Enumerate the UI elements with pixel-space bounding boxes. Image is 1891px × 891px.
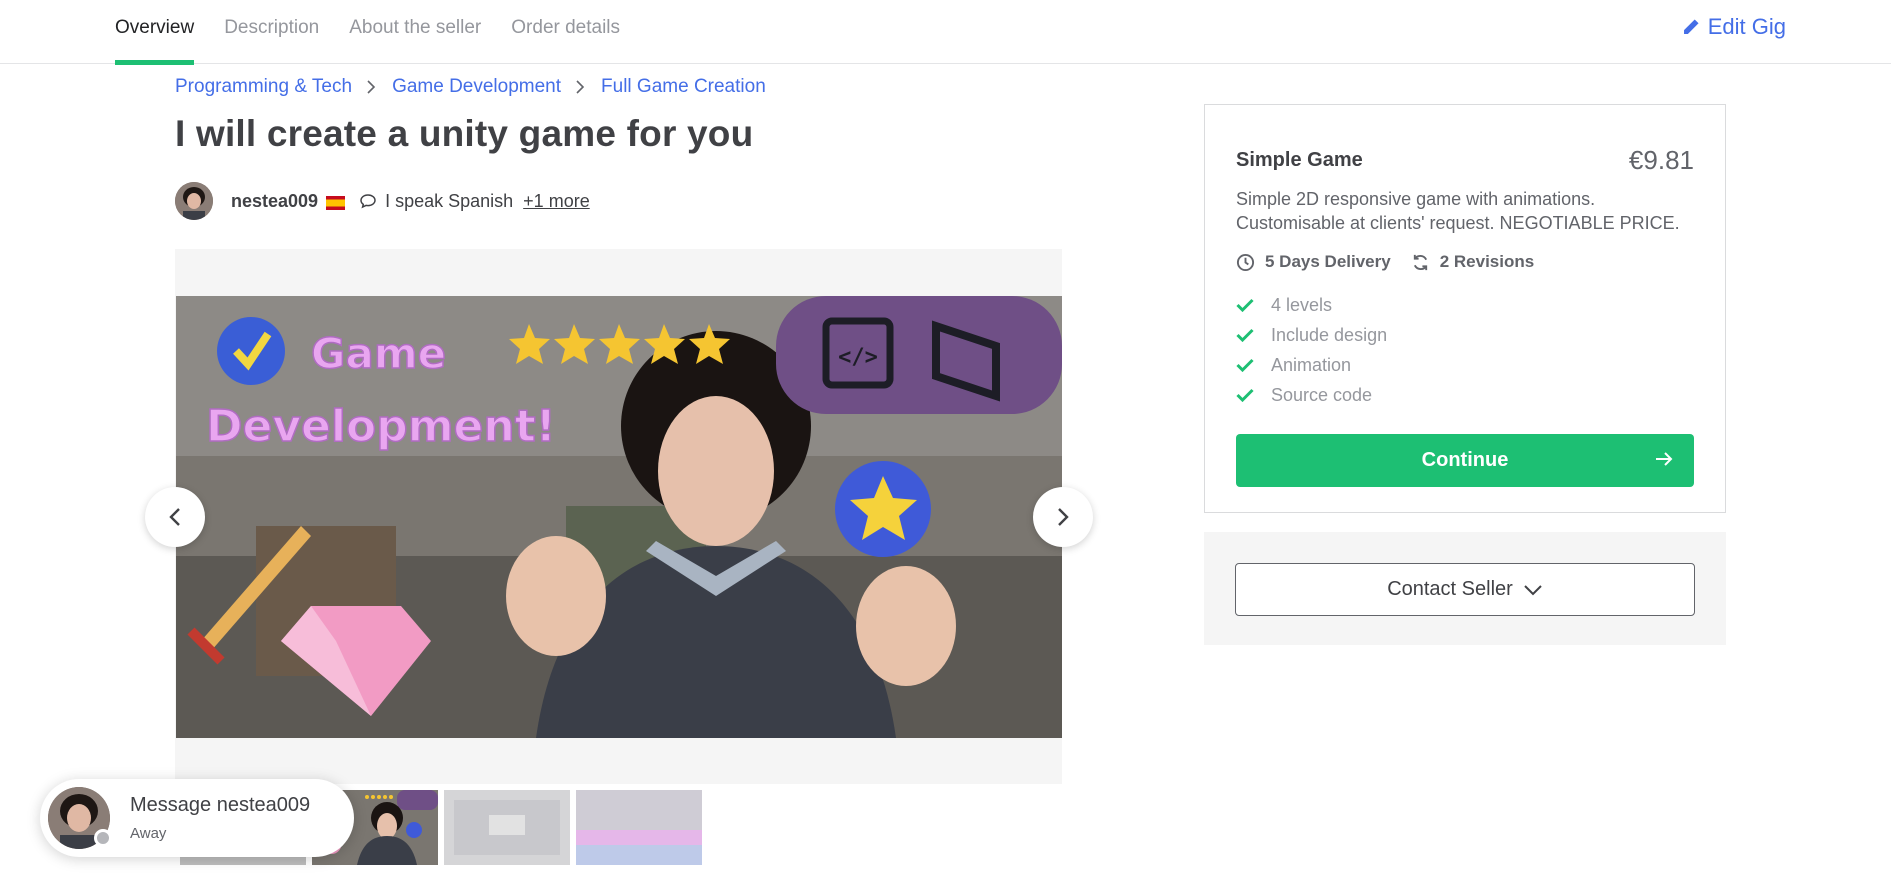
package-price: €9.81 <box>1628 145 1694 175</box>
contact-seller-button[interactable]: Contact Seller <box>1235 563 1695 616</box>
breadcrumb-item-programming-tech[interactable]: Programming & Tech <box>175 76 352 98</box>
arrow-right-icon <box>1656 452 1673 466</box>
check-icon <box>1236 298 1254 312</box>
revisions: 2 Revisions <box>1411 252 1535 272</box>
seller-overview: nestea009 I speak Spanish +1 more <box>175 182 590 220</box>
breadcrumb-item-full-game-creation[interactable]: Full Game Creation <box>601 76 766 98</box>
revisions-label: 2 Revisions <box>1439 252 1535 271</box>
delivery-label: 5 Days Delivery <box>1265 252 1391 271</box>
feature-item: Include design <box>1236 320 1387 350</box>
nav-tabs: Overview Description About the seller Or… <box>115 0 650 65</box>
package-meta: 5 Days Delivery 2 Revisions <box>1236 252 1554 272</box>
check-icon <box>1236 328 1254 342</box>
seller-status: Away <box>130 825 167 842</box>
refresh-icon <box>1413 254 1427 270</box>
gig-title: I will create a unity game for you <box>175 113 754 154</box>
edit-gig-label: Edit Gig <box>1707 14 1786 39</box>
pencil-icon <box>1683 19 1699 34</box>
tab-description[interactable]: Description <box>224 0 319 64</box>
image-text-development: Development! <box>206 401 556 452</box>
away-status-dot <box>94 829 112 847</box>
svg-text:</>: </> <box>838 345 878 370</box>
message-title: Message nestea009 <box>130 794 311 816</box>
continue-button[interactable]: Continue <box>1236 434 1694 487</box>
chevron-right-icon <box>575 80 587 94</box>
image-text-game: Game <box>311 329 446 378</box>
tab-about-seller[interactable]: About the seller <box>349 0 481 64</box>
gallery-prev-button[interactable] <box>145 487 205 547</box>
contact-seller-section: Contact Seller <box>1204 532 1726 645</box>
package-card: Simple Game €9.81 Simple 2D responsive g… <box>1204 104 1726 513</box>
chevron-right-icon <box>1058 508 1069 526</box>
check-icon <box>1236 358 1254 372</box>
delivery-time: 5 Days Delivery <box>1236 252 1391 272</box>
feature-item: Source code <box>1236 380 1387 410</box>
package-name: Simple Game <box>1236 149 1363 171</box>
breadcrumb-item-game-development[interactable]: Game Development <box>392 76 561 98</box>
gig-top-nav: Overview Description About the seller Or… <box>0 0 1891 65</box>
tab-order-details[interactable]: Order details <box>511 0 620 64</box>
more-languages-link[interactable]: +1 more <box>523 191 590 212</box>
feature-item: 4 levels <box>1236 290 1387 320</box>
gallery-next-button[interactable] <box>1033 487 1093 547</box>
edit-gig-link[interactable]: Edit Gig <box>1682 14 1786 40</box>
contact-seller-label: Contact Seller <box>1387 578 1513 600</box>
clock-icon <box>1236 253 1255 271</box>
breadcrumb: Programming & Tech Game Development Full… <box>175 76 766 98</box>
message-seller-bubble[interactable]: Message nestea009 Away <box>40 779 354 857</box>
gallery-thumbnail[interactable] <box>444 790 570 865</box>
check-icon <box>1236 388 1254 402</box>
continue-label: Continue <box>1421 449 1509 471</box>
seller-avatar <box>48 787 112 849</box>
seller-languages: I speak Spanish <box>385 190 514 211</box>
speech-bubble-icon <box>359 193 377 209</box>
chevron-down-icon <box>1524 584 1542 595</box>
seller-avatar[interactable] <box>175 182 213 220</box>
tab-overview[interactable]: Overview <box>115 0 195 65</box>
feature-list: 4 levels Include design Animation Source… <box>1236 290 1387 410</box>
package-description: Simple 2D responsive game with animation… <box>1236 189 1680 233</box>
seller-name[interactable]: nestea009 <box>231 191 318 212</box>
chevron-left-icon <box>169 508 180 526</box>
gallery-thumbnail[interactable] <box>576 790 702 865</box>
gig-gallery: </> Game Development! <box>175 249 1062 784</box>
chevron-right-icon <box>366 80 378 94</box>
gallery-main-image[interactable]: </> Game Development! <box>176 296 1062 738</box>
feature-item: Animation <box>1236 350 1387 380</box>
spain-flag-icon <box>326 194 346 210</box>
